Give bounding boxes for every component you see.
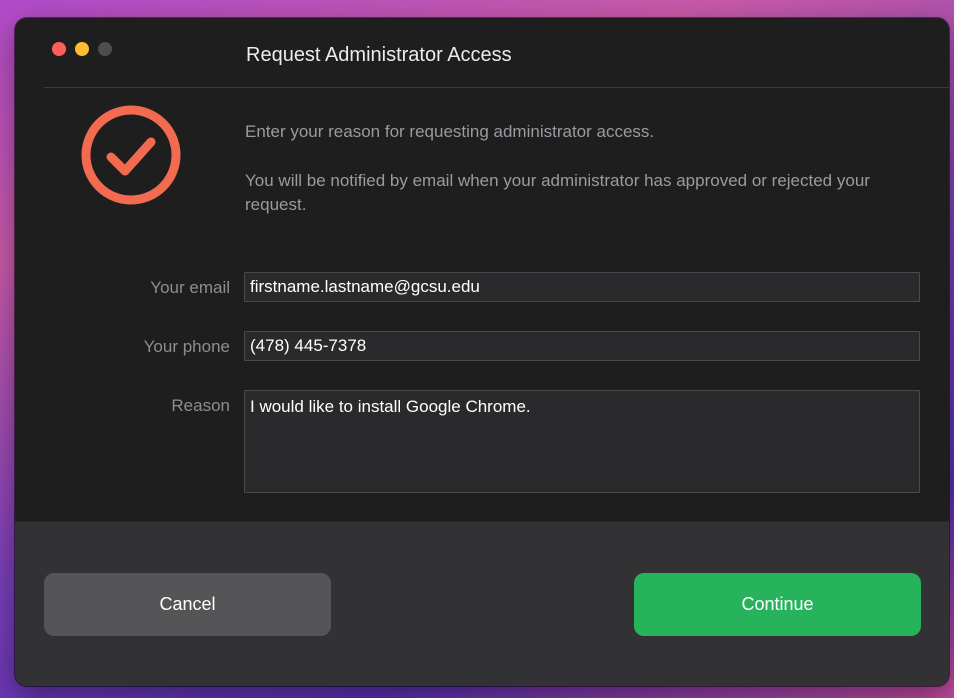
continue-button[interactable]: Continue xyxy=(634,573,921,636)
notification-text: You will be notified by email when your … xyxy=(245,171,870,214)
checkmark-circle-icon xyxy=(78,102,184,208)
minimize-window-button[interactable] xyxy=(75,42,89,56)
close-window-button[interactable] xyxy=(52,42,66,56)
cancel-button[interactable]: Cancel xyxy=(44,573,331,636)
divider xyxy=(44,87,949,88)
phone-field[interactable]: (478) 445-7378 xyxy=(244,331,920,361)
instruction-text: Enter your reason for requesting adminis… xyxy=(245,122,655,141)
email-field[interactable]: firstname.lastname@gcsu.edu xyxy=(244,272,920,302)
phone-label: Your phone xyxy=(143,337,230,356)
maximize-window-button[interactable] xyxy=(98,42,112,56)
email-label: Your email xyxy=(150,278,230,297)
reason-textarea[interactable]: I would like to install Google Chrome. xyxy=(244,390,920,493)
reason-label: Reason xyxy=(171,396,230,415)
dialog-window: Request Administrator Access Enter your … xyxy=(15,18,949,686)
window-controls xyxy=(52,42,112,56)
dialog-title: Request Administrator Access xyxy=(246,44,512,66)
